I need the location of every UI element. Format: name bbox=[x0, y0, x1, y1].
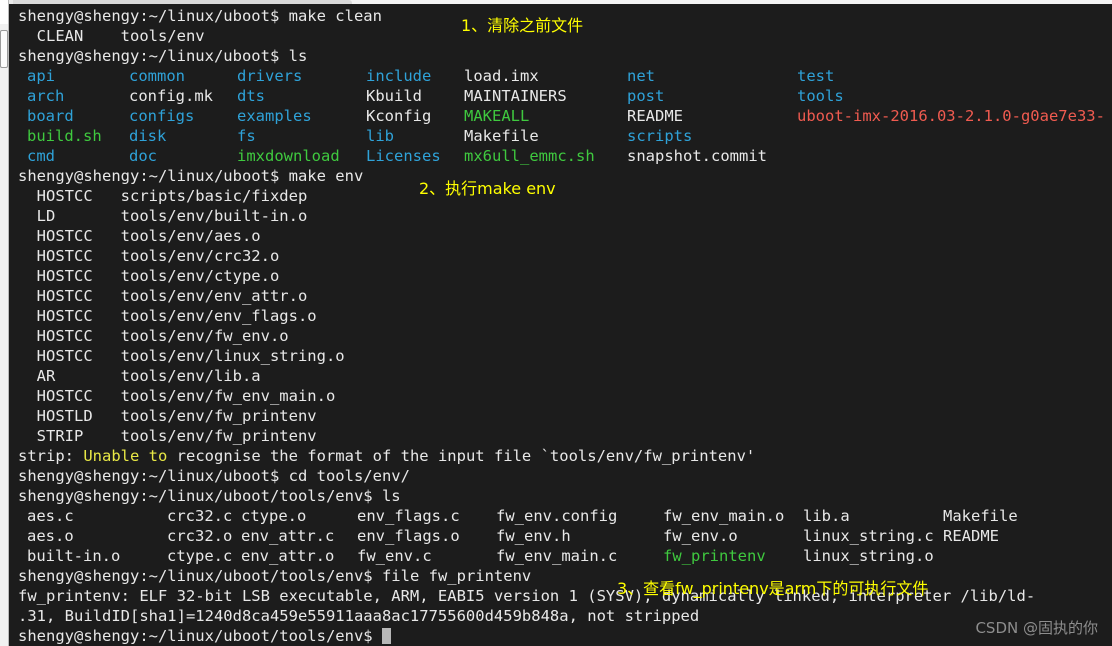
ls-entry: load.imx bbox=[464, 67, 539, 85]
ls-env-row: aes.c crc32.c ctype.o env_flags.c fw_env.con… bbox=[9, 506, 1112, 526]
ls-entry: snapshot.commit bbox=[627, 147, 767, 165]
ls-entry: uboot-imx-2016.03-2.1.0-g0ae7e33- bbox=[797, 107, 1105, 125]
ls-env-row: aes.o crc32.o env_attr.c env_flags.o fw_env.… bbox=[9, 526, 1112, 546]
ls-entry: Makefile bbox=[943, 507, 1018, 525]
ls-entry: test bbox=[797, 67, 835, 85]
make-env-output-line: AR tools/env/lib.a bbox=[18, 367, 261, 385]
ls-entry: imxdownload bbox=[237, 147, 340, 165]
ls-uboot-row: api common drivers include load.imx net test bbox=[9, 66, 1112, 86]
make-env-output-line: HOSTCC tools/env/ctype.o bbox=[18, 267, 280, 285]
ls-entry: arch bbox=[27, 87, 65, 105]
prompt-ls-env: shengy@shengy:~/linux/uboot/tools/env$ l… bbox=[18, 487, 401, 505]
file-output-line-2: .31, BuildID[sha1]=1240d8ca459e55911aaa8… bbox=[18, 607, 700, 625]
ls-entry: Kbuild bbox=[366, 87, 422, 105]
annotation-step-3: 3、查看fw_printenv是arm下的可执行文件 bbox=[617, 579, 929, 598]
ls-entry: linux_string.c bbox=[803, 527, 934, 545]
ls-uboot-row: board configs examples Kconfig MAKEALL README… bbox=[9, 106, 1112, 126]
ls-entry: board bbox=[27, 107, 74, 125]
make-env-output-line: HOSTCC tools/env/linux_string.o bbox=[18, 347, 345, 365]
ls-entry: common bbox=[129, 67, 185, 85]
ls-entry: fw_env.o bbox=[663, 527, 738, 545]
ls-entry: ctype.c bbox=[167, 547, 233, 565]
ls-entry: build.sh bbox=[27, 127, 102, 145]
ls-entry: fw_printenv bbox=[663, 547, 766, 565]
make-env-output-line: LD tools/env/built-in.o bbox=[18, 207, 308, 225]
ls-entry: env_flags.c bbox=[357, 507, 460, 525]
ls-entry: fw_env.config bbox=[496, 507, 618, 525]
ls-env-row: built-in.o ctype.c env_attr.o fw_env.c fw_en… bbox=[9, 546, 1112, 566]
ls-entry: cmd bbox=[27, 147, 55, 165]
make-env-output-line: HOSTCC tools/env/fw_env.o bbox=[18, 327, 289, 345]
make-env-output-line: HOSTCC tools/env/aes.o bbox=[18, 227, 261, 245]
ls-entry: README bbox=[627, 107, 683, 125]
annotation-step-2: 2、执行make env bbox=[419, 179, 556, 198]
csdn-watermark: CSDN @固执的你 bbox=[975, 619, 1098, 637]
make-env-output-line: HOSTCC tools/env/fw_env_main.o bbox=[18, 387, 336, 405]
ls-entry: Makefile bbox=[464, 127, 539, 145]
ls-entry: fw_env_main.c bbox=[496, 547, 618, 565]
ls-entry: linux_string.o bbox=[803, 547, 934, 565]
ls-entry: tools bbox=[797, 87, 844, 105]
strip-error-line: strip: Unable to recognise the format of… bbox=[18, 447, 756, 465]
ls-entry: ctype.o bbox=[241, 507, 307, 525]
make-env-output-line: HOSTCC tools/env/env_attr.o bbox=[18, 287, 308, 305]
make-env-output-line: HOSTCC tools/env/env_flags.o bbox=[18, 307, 317, 325]
ls-entry: fw_env_main.o bbox=[663, 507, 785, 525]
ls-entry: README bbox=[943, 527, 999, 545]
ls-entry: fw_env.h bbox=[496, 527, 571, 545]
ls-entry: fs bbox=[237, 127, 256, 145]
ls-entry: MAKEALL bbox=[464, 107, 530, 125]
ls-entry: lib bbox=[366, 127, 394, 145]
make-env-output-line: HOSTCC scripts/basic/fixdep bbox=[18, 187, 308, 205]
ls-entry: api bbox=[27, 67, 55, 85]
terminal-output: shengy@shengy:~/linux/uboot$ make clean … bbox=[9, 6, 1112, 646]
annotation-step-1: 1、清除之前文件 bbox=[461, 16, 584, 35]
prompt-ls-uboot: shengy@shengy:~/linux/uboot$ ls bbox=[18, 47, 308, 65]
ls-entry: fw_env.c bbox=[357, 547, 432, 565]
scrollbar-track-top[interactable] bbox=[0, 0, 8, 24]
ls-entry: disk bbox=[129, 127, 167, 145]
screenshot-root: shengy@shengy:~/linux/uboot$ make clean … bbox=[0, 0, 1112, 646]
make-env-output-line: HOSTCC tools/env/crc32.o bbox=[18, 247, 280, 265]
make-env-output-line: STRIP tools/env/fw_printenv bbox=[18, 427, 317, 445]
ls-entry: env_attr.o bbox=[241, 547, 335, 565]
terminal-body[interactable]: shengy@shengy:~/linux/uboot$ make clean … bbox=[9, 4, 1112, 646]
window-scrollbar[interactable] bbox=[0, 0, 9, 646]
ls-entry: dts bbox=[237, 87, 265, 105]
prompt-cd-tools-env: shengy@shengy:~/linux/uboot$ cd tools/en… bbox=[18, 467, 410, 485]
prompt-final: shengy@shengy:~/linux/uboot/tools/env$ bbox=[9, 626, 1112, 646]
ls-entry: built-in.o bbox=[27, 547, 121, 565]
scrollbar-thumb[interactable] bbox=[0, 30, 8, 68]
ls-entry: env_flags.o bbox=[357, 527, 460, 545]
make-env-output-line: HOSTLD tools/env/fw_printenv bbox=[18, 407, 317, 425]
prompt-make-env: shengy@shengy:~/linux/uboot$ make env bbox=[18, 167, 364, 185]
ls-entry: aes.o bbox=[27, 527, 74, 545]
ls-entry: lib.a bbox=[803, 507, 850, 525]
ls-uboot-row: build.sh disk fs lib Makefile scripts bbox=[9, 126, 1112, 146]
ls-uboot-row: cmd doc imxdownload Licenses mx6ull_emmc.sh s… bbox=[9, 146, 1112, 166]
ls-entry: mx6ull_emmc.sh bbox=[464, 147, 595, 165]
ls-entry: net bbox=[627, 67, 655, 85]
ls-entry: include bbox=[366, 67, 432, 85]
ls-entry: examples bbox=[237, 107, 312, 125]
ls-entry: drivers bbox=[237, 67, 303, 85]
text-cursor bbox=[381, 628, 391, 644]
ls-entry: aes.c bbox=[27, 507, 74, 525]
ls-entry: MAINTAINERS bbox=[464, 87, 567, 105]
ls-entry: crc32.c bbox=[167, 507, 233, 525]
ls-entry: post bbox=[627, 87, 665, 105]
ls-entry: Licenses bbox=[366, 147, 441, 165]
ls-entry: config.mk bbox=[129, 87, 213, 105]
file-output-line-1: fw_printenv: ELF 32-bit LSB executable, … bbox=[18, 587, 1036, 605]
ls-entry: configs bbox=[129, 107, 195, 125]
ls-entry: scripts bbox=[627, 127, 693, 145]
ls-entry: env_attr.c bbox=[241, 527, 335, 545]
ls-entry: crc32.o bbox=[167, 527, 233, 545]
ls-uboot-row: arch config.mk dts Kbuild MAINTAINERS post too… bbox=[9, 86, 1112, 106]
prompt-file-fw-printenv: shengy@shengy:~/linux/uboot/tools/env$ f… bbox=[18, 567, 532, 585]
ls-entry: doc bbox=[129, 147, 157, 165]
ls-entry: Kconfig bbox=[366, 107, 432, 125]
